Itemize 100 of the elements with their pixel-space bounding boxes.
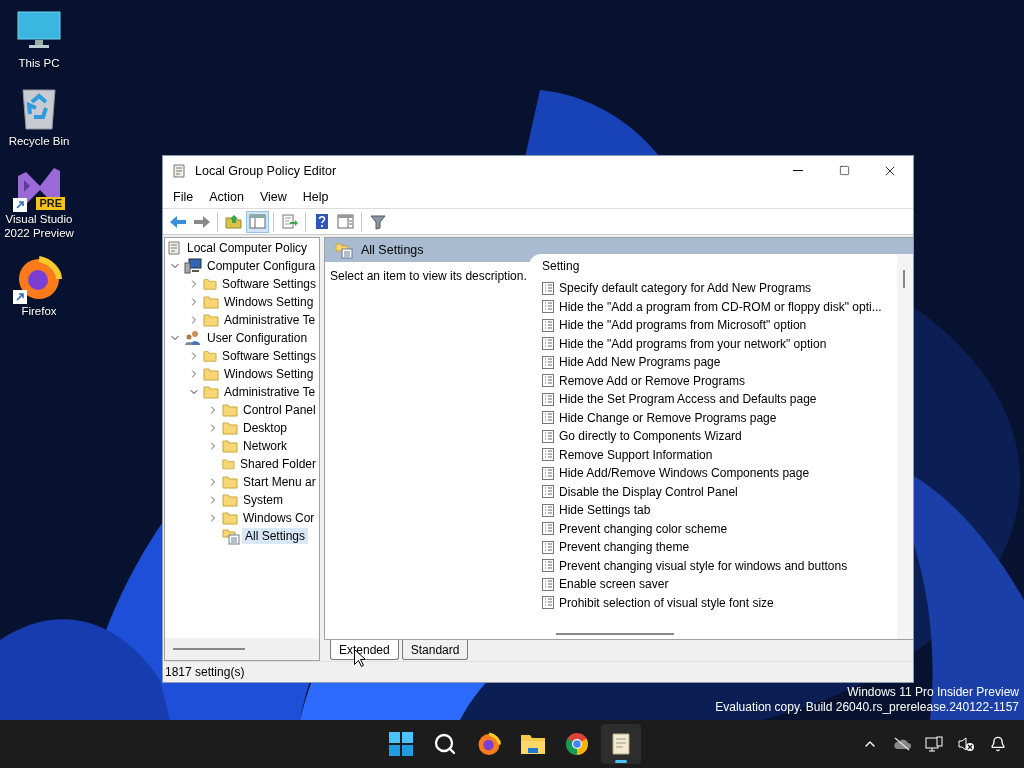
policy-icon bbox=[542, 577, 554, 591]
chrome-logo-icon bbox=[565, 732, 589, 756]
policy-icon bbox=[542, 337, 554, 351]
scroll-icon bbox=[171, 162, 187, 179]
desktop-shortcut[interactable]: Firefox bbox=[0, 254, 78, 318]
setting-row[interactable]: Hide Settings tab bbox=[559, 503, 651, 518]
network-icon bbox=[925, 736, 943, 752]
tree-item[interactable]: Desktop bbox=[240, 420, 291, 436]
folder-icon bbox=[222, 457, 235, 471]
policy-icon bbox=[542, 429, 554, 443]
menu-item[interactable]: View bbox=[251, 187, 295, 206]
setting-row[interactable]: Prevent changing theme bbox=[559, 540, 690, 555]
tree-item[interactable]: Administrative Te bbox=[221, 384, 319, 400]
scrollbar-thumb[interactable] bbox=[556, 633, 674, 635]
menu-item[interactable]: Help bbox=[294, 187, 337, 206]
tree-item[interactable]: Local Computer Policy bbox=[184, 240, 311, 256]
tree-item[interactable]: Shared Folder bbox=[236, 456, 319, 472]
policy-icon bbox=[542, 448, 554, 462]
folder-icon bbox=[203, 367, 219, 381]
tree-item[interactable]: User Configuration bbox=[204, 330, 311, 346]
setting-row[interactable]: Prevent changing color scheme bbox=[559, 521, 728, 536]
setting-row[interactable]: Hide the Set Program Access and Defaults page bbox=[559, 392, 817, 407]
policy-icon bbox=[542, 466, 554, 480]
tree-item[interactable]: All Settings bbox=[242, 528, 309, 544]
volume-muted-icon bbox=[957, 736, 975, 752]
window-title: Local Group Policy Editor bbox=[195, 163, 338, 178]
desktop-icon-label: Firefox bbox=[21, 304, 57, 318]
setting-row[interactable]: Prohibit selection of visual style font size bbox=[559, 595, 774, 610]
view-tab[interactable]: Extended bbox=[330, 640, 399, 660]
minimize-icon bbox=[793, 170, 803, 171]
firefox-logo-icon bbox=[16, 255, 62, 301]
desktop-icon-label: This PC bbox=[18, 56, 60, 70]
setting-row[interactable]: Specify default category for Add New Programs bbox=[559, 281, 812, 296]
tree-item[interactable]: Windows Setting bbox=[221, 366, 317, 382]
back-arrow-icon bbox=[168, 214, 187, 229]
tree-item[interactable]: Windows Setting bbox=[221, 294, 317, 310]
setting-row[interactable]: Hide Add New Programs page bbox=[559, 355, 721, 370]
desktop-shortcut[interactable]: PRE Visual Studio 2022 Preview bbox=[0, 162, 78, 240]
setting-row[interactable]: Hide Change or Remove Programs page bbox=[559, 410, 777, 425]
folder-icon bbox=[203, 385, 219, 399]
view-tab[interactable]: Standard bbox=[401, 640, 469, 660]
setting-row[interactable]: Remove Add or Remove Programs bbox=[559, 373, 746, 388]
tree-pane-icon bbox=[249, 214, 266, 229]
folder-icon bbox=[203, 295, 219, 309]
forward-arrow-icon bbox=[192, 214, 211, 229]
folder-icon bbox=[222, 475, 238, 489]
setting-row[interactable]: Enable screen saver bbox=[559, 577, 669, 592]
tree-item[interactable]: System bbox=[240, 492, 286, 508]
settings-list-icon bbox=[335, 241, 353, 259]
column-header[interactable]: Setting bbox=[542, 254, 580, 276]
folder-icon bbox=[222, 493, 238, 507]
firefox-logo-icon bbox=[477, 732, 501, 756]
tree-item[interactable]: Windows Cor bbox=[240, 510, 318, 526]
scrollbar-thumb[interactable] bbox=[903, 270, 905, 288]
status-text: 1817 setting(s) bbox=[165, 665, 245, 679]
recycle-bin-icon bbox=[20, 86, 58, 130]
notification-bell-icon bbox=[990, 736, 1006, 752]
policy-icon bbox=[542, 374, 554, 388]
action-pane-icon bbox=[337, 214, 354, 229]
tree-item[interactable]: Computer Configura bbox=[204, 258, 319, 274]
desktop-shortcut[interactable]: Recycle Bin bbox=[0, 84, 78, 148]
desktop-shortcut[interactable]: This PC bbox=[0, 6, 78, 70]
setting-row[interactable]: Hide the "Add programs from your network" option bbox=[559, 336, 827, 351]
scrollbar-track[interactable] bbox=[897, 254, 913, 639]
policy-icon bbox=[542, 411, 554, 425]
policy-icon bbox=[542, 503, 554, 517]
policy-icon bbox=[542, 522, 554, 536]
tree-item[interactable]: Administrative Te bbox=[221, 312, 319, 328]
maximize-icon bbox=[838, 165, 850, 176]
tray-button[interactable] bbox=[956, 734, 976, 754]
desktop-icon-label: Recycle Bin bbox=[8, 134, 70, 148]
windows-logo-icon bbox=[389, 732, 413, 756]
setting-row[interactable]: Hide Add/Remove Windows Components page bbox=[559, 466, 810, 481]
preview-badge: PRE bbox=[36, 197, 65, 210]
setting-row[interactable]: Go directly to Components Wizard bbox=[559, 429, 742, 444]
setting-row[interactable]: Remove Support Information bbox=[559, 447, 713, 462]
menu-item[interactable]: Action bbox=[201, 187, 252, 206]
description-text: Select an item to view its description. bbox=[330, 269, 527, 283]
scrollbar-track[interactable] bbox=[165, 638, 319, 660]
setting-row[interactable]: Disable the Display Control Panel bbox=[559, 484, 738, 499]
policy-icon bbox=[542, 596, 554, 610]
tree-item[interactable]: Software Settings bbox=[218, 348, 319, 364]
tray-button[interactable] bbox=[892, 734, 912, 754]
scrollbar-thumb[interactable] bbox=[173, 648, 245, 650]
policy-icon bbox=[542, 392, 554, 406]
tree-item[interactable]: Software Settings bbox=[218, 276, 319, 292]
setting-row[interactable]: Hide the "Add a program from CD-ROM or floppy disk" opti... bbox=[559, 299, 882, 314]
scroll-icon bbox=[166, 240, 182, 256]
folder-icon bbox=[203, 313, 219, 327]
setting-row[interactable]: Hide the "Add programs from Microsoft" option bbox=[559, 318, 807, 333]
computer-icon bbox=[184, 258, 202, 274]
tree-item[interactable]: Network bbox=[240, 438, 290, 454]
folder-icon bbox=[203, 349, 217, 363]
tree-item[interactable]: Start Menu ar bbox=[240, 474, 319, 490]
taskbar-button[interactable] bbox=[601, 724, 641, 764]
menu-item[interactable]: File bbox=[165, 187, 202, 206]
tray-button[interactable] bbox=[924, 734, 944, 754]
tree-item[interactable]: Control Panel bbox=[240, 402, 319, 418]
tray-button[interactable] bbox=[988, 734, 1008, 754]
setting-row[interactable]: Prevent changing visual style for windows and buttons bbox=[559, 558, 848, 573]
